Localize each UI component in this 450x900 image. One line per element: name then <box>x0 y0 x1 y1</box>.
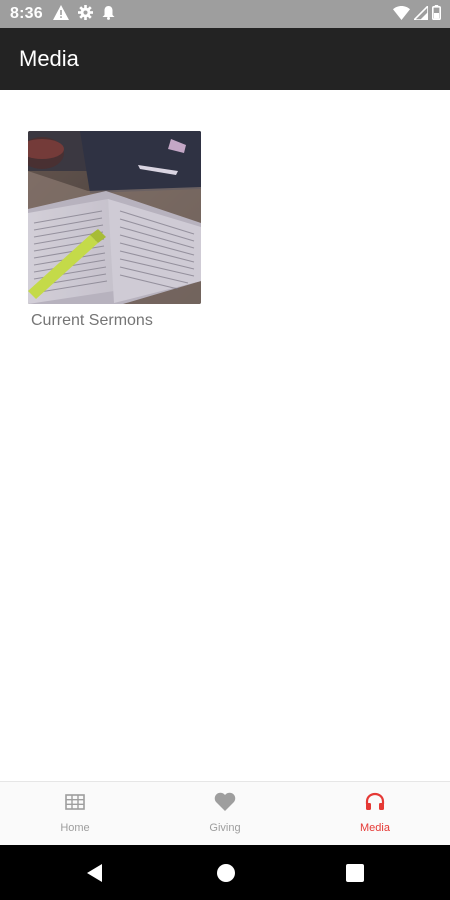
status-system-icons <box>393 5 441 20</box>
status-notification-icons <box>53 5 115 20</box>
signal-icon <box>414 5 428 20</box>
system-navigation-bar <box>0 845 450 900</box>
nav-label-media: Media <box>360 822 390 834</box>
app-bar: Media <box>0 28 450 90</box>
media-item-current-sermons[interactable]: Current Sermons <box>28 131 201 330</box>
nav-item-home[interactable]: Home <box>0 782 150 846</box>
heart-icon <box>214 792 236 812</box>
home-icon[interactable] <box>215 862 237 884</box>
nav-item-giving[interactable]: Giving <box>150 782 300 846</box>
gear-icon <box>78 5 93 20</box>
page-title: Media <box>19 46 79 71</box>
nav-label-home: Home <box>60 822 90 834</box>
bell-icon <box>102 5 115 20</box>
sermon-thumbnail[interactable] <box>28 131 201 304</box>
wifi-icon <box>393 5 410 20</box>
headphones-icon <box>365 792 385 812</box>
status-time: 8:36 <box>10 5 43 22</box>
table-grid-icon <box>65 792 85 812</box>
media-item-label: Current Sermons <box>31 312 153 329</box>
battery-icon <box>432 5 441 20</box>
warning-icon <box>53 5 69 20</box>
nav-label-giving: Giving <box>209 822 241 834</box>
nav-item-media[interactable]: Media <box>300 782 450 846</box>
back-icon[interactable] <box>84 862 106 884</box>
status-bar: 8:36 <box>0 0 450 28</box>
recents-icon[interactable] <box>344 862 366 884</box>
bottom-navigation: Home Giving Media <box>0 781 450 846</box>
